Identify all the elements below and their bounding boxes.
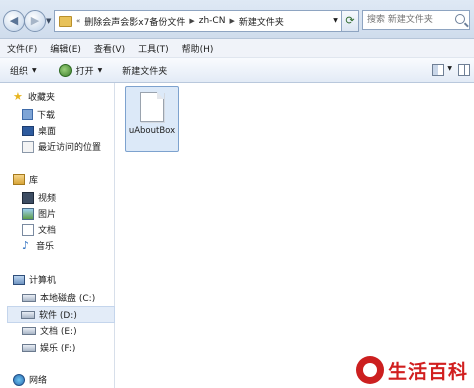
organize-button[interactable]: 组织 ▼ — [10, 64, 37, 77]
nav-item-desktop[interactable]: 桌面 — [22, 124, 56, 137]
breadcrumb-item[interactable]: 新建文件夹 — [236, 15, 287, 28]
network-icon — [13, 373, 25, 386]
nav-item-recent[interactable]: 最近访问的位置 — [22, 140, 101, 153]
nav-item-label: 文档 (E:) — [40, 327, 77, 337]
navigation-pane: ★ 收藏夹 下载 桌面 最近访问的位置 库 视频 图片 文档 ♪ 音乐 计算机 … — [0, 83, 115, 388]
chevron-down-icon: ▼ — [32, 66, 37, 74]
back-icon: ◀ — [9, 14, 19, 27]
recent-icon — [22, 140, 34, 153]
drive-icon — [21, 310, 35, 319]
chevron-down-icon[interactable]: ▼ — [447, 65, 452, 72]
nav-item-label: 下载 — [37, 111, 56, 121]
address-field[interactable]: « 删除会声会影x7备份文件 ▶ zh-CN ▶ 新建文件夹 — [54, 10, 331, 32]
command-bar: 组织 ▼ 打开 ▼ 新建文件夹 ▼ — [0, 58, 474, 83]
breadcrumb-separator[interactable]: ▶ — [228, 17, 235, 25]
nav-item-label: 软件 (D:) — [39, 311, 77, 321]
computer-icon — [13, 274, 25, 285]
address-bar-area: ◀ ▶ ▼ « 删除会声会影x7备份文件 ▶ zh-CN ▶ 新建文件夹 ▼ ⟳ — [0, 0, 474, 39]
preview-pane-icon[interactable] — [458, 64, 470, 76]
menu-edit[interactable]: 编辑(E) — [43, 42, 87, 55]
desktop-icon — [22, 125, 34, 136]
nav-libraries-label: 库 — [29, 176, 39, 186]
nav-item-label: 视频 — [38, 194, 57, 204]
menu-file[interactable]: 文件(F) — [0, 42, 43, 55]
breadcrumb-item[interactable]: zh-CN — [196, 16, 229, 26]
open-icon — [58, 63, 72, 77]
drive-icon — [22, 293, 36, 302]
menu-view[interactable]: 查看(V) — [87, 42, 131, 55]
nav-favorites[interactable]: ★ 收藏夹 — [13, 90, 55, 103]
nav-item-music[interactable]: ♪ 音乐 — [22, 238, 55, 253]
refresh-icon: ⟳ — [345, 14, 355, 27]
nav-item-label: 音乐 — [36, 242, 55, 252]
new-folder-button[interactable]: 新建文件夹 — [122, 64, 167, 77]
menu-bar: 文件(F) 编辑(E) 查看(V) 工具(T) 帮助(H) — [0, 39, 474, 58]
chevron-down-icon: ▼ — [97, 66, 103, 74]
watermark: 生活百科 — [355, 356, 468, 384]
open-label: 打开 — [75, 66, 94, 77]
nav-favorites-label: 收藏夹 — [28, 93, 56, 103]
download-icon — [22, 109, 33, 120]
nav-item-pictures[interactable]: 图片 — [22, 207, 56, 220]
search-input[interactable] — [367, 12, 455, 28]
library-icon — [13, 174, 25, 185]
nav-libraries[interactable]: 库 — [13, 173, 38, 186]
nav-network-label: 网络 — [29, 376, 48, 386]
recent-pages-dropdown[interactable]: ▼ — [46, 17, 51, 25]
file-list[interactable]: uAboutBox 生活百科 — [115, 83, 474, 388]
forward-icon: ▶ — [30, 14, 40, 27]
video-icon — [22, 191, 34, 204]
nav-item-label: 娱乐 (F:) — [40, 344, 76, 354]
file-item[interactable]: uAboutBox — [125, 86, 179, 152]
menu-help[interactable]: 帮助(H) — [175, 42, 220, 55]
nav-computer[interactable]: 计算机 — [13, 273, 56, 286]
breadcrumb-item[interactable]: 删除会声会影x7备份文件 — [81, 15, 188, 28]
refresh-button[interactable]: ⟳ — [341, 10, 359, 32]
music-icon: ♪ — [22, 238, 30, 252]
view-options-icon[interactable] — [432, 64, 444, 76]
forward-button[interactable]: ▶ — [24, 10, 46, 32]
picture-icon — [22, 207, 34, 220]
back-button[interactable]: ◀ — [3, 10, 25, 32]
search-icon[interactable] — [455, 14, 465, 24]
watermark-text: 生活百科 — [387, 360, 468, 383]
organize-label: 组织 — [10, 66, 29, 77]
drive-icon — [22, 326, 36, 335]
breadcrumb-separator[interactable]: ▶ — [188, 17, 195, 25]
open-button[interactable]: 打开 ▼ — [58, 63, 103, 77]
nav-item-videos[interactable]: 视频 — [22, 191, 56, 204]
document-icon — [22, 223, 34, 236]
folder-icon — [59, 15, 72, 27]
nav-network[interactable]: 网络 — [13, 373, 47, 386]
nav-item-downloads[interactable]: 下载 — [22, 108, 55, 121]
nav-item-label: 文档 — [38, 226, 57, 236]
nav-item-label: 桌面 — [38, 127, 57, 137]
nav-drive-e[interactable]: 文档 (E:) — [22, 324, 77, 337]
drive-icon — [22, 343, 36, 352]
menu-tools[interactable]: 工具(T) — [131, 42, 175, 55]
nav-item-documents[interactable]: 文档 — [22, 223, 56, 236]
watermark-logo-icon — [355, 356, 384, 384]
search-box[interactable] — [362, 10, 470, 30]
nav-item-label: 本地磁盘 (C:) — [40, 294, 96, 304]
nav-item-label: 最近访问的位置 — [38, 143, 102, 153]
nav-drive-c[interactable]: 本地磁盘 (C:) — [22, 291, 95, 304]
file-icon — [140, 92, 164, 122]
star-icon: ★ — [13, 90, 23, 103]
file-name: uAboutBox — [128, 126, 176, 136]
nav-computer-label: 计算机 — [29, 276, 57, 286]
new-folder-label: 新建文件夹 — [122, 66, 168, 77]
nav-item-label: 图片 — [38, 210, 57, 220]
nav-drive-d[interactable]: 软件 (D:) — [7, 306, 115, 323]
nav-drive-f[interactable]: 娱乐 (F:) — [22, 341, 75, 354]
